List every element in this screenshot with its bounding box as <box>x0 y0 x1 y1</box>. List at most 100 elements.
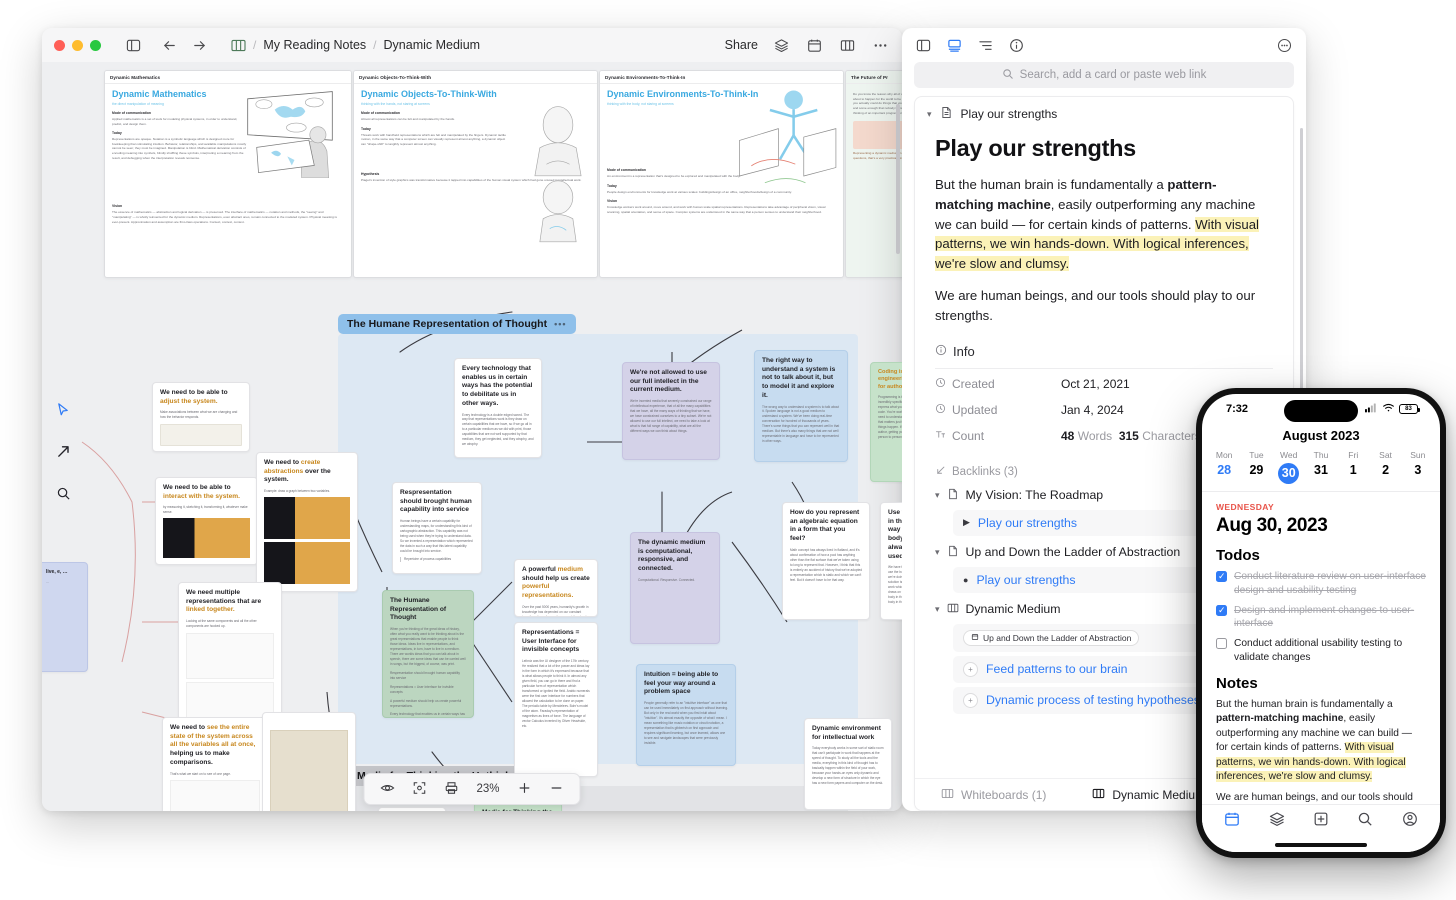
backlink-link[interactable]: Play our strengths <box>978 516 1077 530</box>
chevron-down-icon[interactable]: ▾ <box>935 547 940 558</box>
phone-day-cell[interactable]: Fri 1 <box>1337 450 1369 484</box>
card-link-3[interactable]: A powerful medium should help us create … <box>390 699 466 709</box>
search-icon[interactable] <box>56 486 71 506</box>
idea-card[interactable]: Respresentation should brought human cap… <box>392 482 482 574</box>
search-input[interactable]: Search, add a card or paste web link <box>914 62 1294 88</box>
tab-add[interactable] <box>1313 811 1329 832</box>
idea-card[interactable]: Representations = User Interface for inv… <box>514 622 598 777</box>
idea-card[interactable]: Use the body in the same way the whole b… <box>880 502 902 620</box>
sidebar-toggle-icon[interactable] <box>123 35 143 55</box>
sidebar-icon[interactable] <box>916 38 931 53</box>
arrow-icon[interactable] <box>56 444 71 464</box>
phone-day-cell[interactable]: Mon 28 <box>1208 450 1240 484</box>
cursor-icon[interactable] <box>56 402 71 422</box>
idea-card-edge[interactable]: live, e, … … <box>42 562 88 672</box>
idea-card[interactable]: We need multiple representations that ar… <box>178 582 282 720</box>
idea-card[interactable] <box>378 807 446 811</box>
chevron-down-icon[interactable]: ▾ <box>935 604 940 615</box>
traffic-lights[interactable] <box>54 39 101 51</box>
card-body <box>270 723 348 728</box>
zoom-out-icon[interactable] <box>550 781 564 798</box>
layers-icon[interactable] <box>771 35 791 55</box>
breadcrumb-document[interactable]: Dynamic Medium <box>384 38 481 52</box>
phone-day-detail[interactable]: WEDNESDAY Aug 30, 2023 Todos Conduct lit… <box>1202 492 1440 804</box>
backlink-chip[interactable]: Up and Down the Ladder of Abstraction <box>963 629 1140 646</box>
idea-card[interactable]: Intuition = being able to feel your way … <box>636 664 736 766</box>
phone-day-cell[interactable]: Sat 2 <box>1369 450 1401 484</box>
backlink-link[interactable]: Play our strengths <box>976 573 1075 587</box>
tab-calendar[interactable] <box>1224 811 1240 832</box>
card-link-1[interactable]: Respresentation should brought human cap… <box>390 671 466 681</box>
breadcrumb-space[interactable]: My Reading Notes <box>263 38 366 52</box>
card-link-2[interactable]: Representations = User Interface for inv… <box>390 685 466 695</box>
back-icon[interactable] <box>159 35 179 55</box>
eye-icon[interactable] <box>380 781 395 798</box>
checkbox-checked-icon[interactable] <box>1216 570 1227 582</box>
print-icon[interactable] <box>444 781 458 798</box>
chevron-down-icon[interactable]: ▾ <box>935 490 940 501</box>
phone-tab-bar[interactable] <box>1202 804 1440 838</box>
todo-item[interactable]: Conduct additional usability testing to … <box>1216 637 1426 665</box>
idea-card[interactable]: How do you represent an algebraic equati… <box>782 502 870 620</box>
info-icon[interactable] <box>1009 38 1024 53</box>
phone-week-strip[interactable]: Mon 28 Tue 29 Wed 30 Thu 31 Fri 1 Sat 2 Sun 3 <box>1202 450 1440 492</box>
phone-calendar-month[interactable]: August 2023 <box>1202 424 1440 450</box>
sheet-card[interactable]: Dynamic Mathematics Dynamic Mathematics … <box>104 70 352 278</box>
idea-card[interactable]: Dynamic environment for intellectual wor… <box>804 718 892 810</box>
idea-card[interactable]: Every technology that enables us in cert… <box>454 358 542 458</box>
sheet-card[interactable]: Dynamic Objects-To-Think-With Dynamic Ob… <box>353 70 598 278</box>
document-card-header[interactable]: ▾ Play our strengths <box>915 97 1293 131</box>
outline-icon[interactable] <box>978 38 993 53</box>
share-button[interactable]: Share <box>725 38 758 52</box>
tab-account[interactable] <box>1402 811 1418 832</box>
idea-card[interactable]: We need to see the entire state of the s… <box>162 717 268 811</box>
sheet-card[interactable]: Dynamic Environments-To-Think-In Dynamic… <box>599 70 844 278</box>
whiteboard-icon[interactable] <box>837 35 857 55</box>
group-more-icon[interactable]: ••• <box>554 319 566 329</box>
idea-card[interactable]: Coding is good for engineering, bad for … <box>870 362 902 482</box>
phone-day-cell-selected[interactable]: Wed 30 <box>1273 450 1305 484</box>
footer-tab-dynamic-medium[interactable]: Dynamic Medium <box>1092 787 1205 803</box>
idea-card[interactable]: A powerful medium should help us create … <box>514 559 598 617</box>
tab-stack[interactable] <box>1269 811 1285 832</box>
phone-day-cell[interactable]: Tue 29 <box>1240 450 1272 484</box>
zoom-level-label[interactable]: 23% <box>476 783 499 795</box>
todo-item[interactable]: Conduct literature review on user-interf… <box>1216 570 1426 598</box>
phone-day-cell[interactable]: Thu 31 <box>1305 450 1337 484</box>
more-icon[interactable] <box>1277 38 1292 53</box>
canvas-left-tools[interactable] <box>50 402 76 506</box>
idea-card[interactable] <box>262 712 356 811</box>
checkbox-icon[interactable] <box>1216 638 1227 650</box>
footer-tab-whiteboards[interactable]: Whiteboards (1) <box>941 787 1046 803</box>
calendar-icon[interactable] <box>804 35 824 55</box>
todo-item[interactable]: Design and implement changes to user-int… <box>1216 604 1426 632</box>
idea-card[interactable]: The right way to understand a system is … <box>754 350 848 462</box>
more-icon[interactable] <box>870 35 890 55</box>
close-icon[interactable] <box>54 39 65 51</box>
focus-icon[interactable] <box>412 781 426 798</box>
zoom-in-icon[interactable] <box>518 781 532 798</box>
idea-card[interactable]: We need to be able to interact with the … <box>155 477 258 565</box>
tab-search[interactable] <box>1357 811 1373 832</box>
idea-card[interactable]: We need to create abstractions over the … <box>256 452 358 592</box>
stack-icon[interactable] <box>947 38 962 53</box>
idea-card[interactable]: We're not allowed to use our full intell… <box>622 362 720 460</box>
whiteboard-canvas[interactable]: Dynamic Mathematics Dynamic Mathematics … <box>42 62 902 811</box>
idea-card[interactable]: The dynamic medium is computational, res… <box>630 532 720 644</box>
forward-icon[interactable] <box>189 35 209 55</box>
todo-label: Design and implement changes to user-int… <box>1234 604 1415 630</box>
group-label-humane[interactable]: The Humane Representation of Thought ••• <box>338 314 576 334</box>
chevron-down-icon[interactable]: ▾ <box>927 109 932 120</box>
backlink-link[interactable]: Feed patterns to our brain <box>986 662 1128 676</box>
zoom-icon[interactable] <box>90 39 101 51</box>
minimize-icon[interactable] <box>72 39 83 51</box>
idea-card[interactable]: The Humane Representation of Thought Whe… <box>382 590 474 718</box>
canvas-scrollbar[interactable] <box>896 104 900 254</box>
card-link-4[interactable]: Every technology that enables us in cert… <box>390 712 466 717</box>
canvas-zoom-toolbar[interactable]: 23% <box>363 773 581 805</box>
phone-day-cell[interactable]: Sun 3 <box>1402 450 1434 484</box>
sheet-card-partial[interactable]: The Future of Pr Do you know the reason … <box>845 70 902 278</box>
idea-card[interactable]: We need to be able to adjust the system.… <box>152 382 250 452</box>
backlink-link[interactable]: Dynamic process of testing hypotheses <box>986 693 1200 707</box>
checkbox-checked-icon[interactable] <box>1216 604 1227 616</box>
